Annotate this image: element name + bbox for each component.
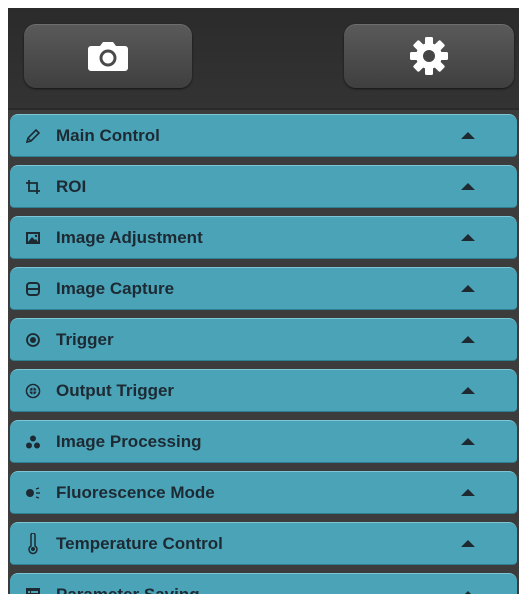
section-label: Image Adjustment — [56, 227, 203, 247]
collapse-caret-icon[interactable] — [461, 234, 475, 241]
section-list: Main Control ROI Image Adjustment Image … — [8, 114, 519, 594]
section-label: Image Capture — [56, 278, 175, 298]
collapse-caret-icon[interactable] — [461, 540, 475, 547]
image-icon — [24, 229, 42, 247]
section-image-capture[interactable]: Image Capture — [10, 267, 517, 310]
collapse-caret-icon[interactable] — [461, 285, 475, 292]
section-label: Output Trigger — [56, 380, 175, 400]
database-icon — [24, 280, 42, 298]
camera-button[interactable] — [24, 24, 192, 88]
section-label: Temperature Control — [56, 533, 223, 553]
section-label: Fluorescence Mode — [56, 482, 215, 502]
toolbar — [8, 8, 519, 108]
pencil-icon — [24, 127, 42, 145]
list-icon — [24, 586, 42, 594]
section-main-control[interactable]: Main Control — [10, 114, 517, 157]
settings-button[interactable] — [344, 24, 514, 88]
collapse-caret-icon[interactable] — [461, 132, 475, 139]
section-roi[interactable]: ROI — [10, 165, 517, 208]
record-icon — [24, 331, 42, 349]
section-image-processing[interactable]: Image Processing — [10, 420, 517, 463]
section-label: Parameter Saving — [56, 584, 200, 594]
section-image-adjustment[interactable]: Image Adjustment — [10, 216, 517, 259]
control-panel: Main Control ROI Image Adjustment Image … — [8, 8, 519, 594]
collapse-caret-icon[interactable] — [461, 438, 475, 445]
collapse-caret-icon[interactable] — [461, 489, 475, 496]
section-output-trigger[interactable]: Output Trigger — [10, 369, 517, 412]
collapse-caret-icon[interactable] — [461, 183, 475, 190]
gear-icon — [410, 37, 448, 75]
fluorescence-icon — [24, 484, 42, 502]
thermometer-icon — [24, 532, 42, 554]
shapes-icon — [24, 433, 42, 451]
section-temperature-control[interactable]: Temperature Control — [10, 522, 517, 565]
target-icon — [24, 382, 42, 400]
section-label: ROI — [56, 176, 87, 196]
section-label: Main Control — [56, 125, 160, 145]
section-label: Trigger — [56, 329, 114, 349]
section-trigger[interactable]: Trigger — [10, 318, 517, 361]
toolbar-divider — [8, 108, 519, 110]
collapse-caret-icon[interactable] — [461, 387, 475, 394]
crop-icon — [24, 178, 42, 196]
section-fluorescence-mode[interactable]: Fluorescence Mode — [10, 471, 517, 514]
section-parameter-saving[interactable]: Parameter Saving — [10, 573, 517, 594]
collapse-caret-icon[interactable] — [461, 336, 475, 343]
section-label: Image Processing — [56, 431, 202, 451]
camera-icon — [87, 40, 129, 72]
